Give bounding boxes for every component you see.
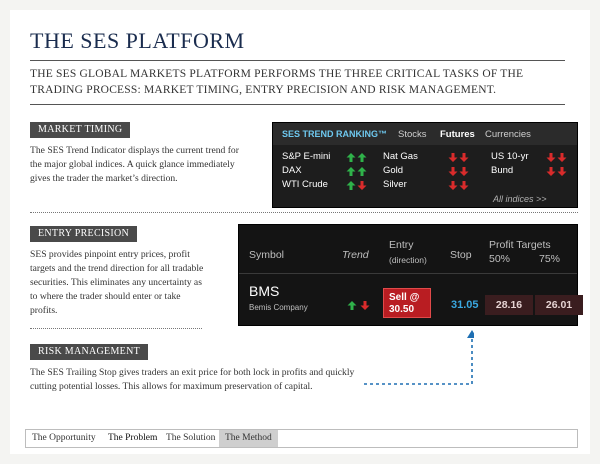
text-line: to where the trader should enter or take xyxy=(30,291,181,302)
entry-widget: Symbol Trend Entry (direction) Stop Prof… xyxy=(238,224,583,326)
text-line: SES provides pinpoint entry prices, prof… xyxy=(30,249,190,260)
stop-header: Stop xyxy=(450,249,472,261)
trend-index-name[interactable]: Bund xyxy=(491,165,513,176)
arrow-down-icon xyxy=(557,167,567,176)
arrow-down-icon xyxy=(557,153,567,162)
target-75-header: 75% xyxy=(539,253,561,265)
text-line: securities. This eliminates any uncertai… xyxy=(30,277,202,288)
arrow-down-icon xyxy=(459,153,469,162)
intro-rule xyxy=(30,104,565,105)
arrow-down-icon xyxy=(459,181,469,190)
entry-precision-tag: ENTRY PRECISION xyxy=(30,226,138,242)
header-divider xyxy=(239,273,577,274)
nav-the-problem[interactable]: The Problem xyxy=(102,430,163,447)
target-75-value: 26.01 xyxy=(535,295,583,315)
symbol-value[interactable]: BMS xyxy=(249,283,279,299)
title-rule xyxy=(30,60,565,61)
trend-index-name[interactable]: Silver xyxy=(383,179,407,190)
sell-entry-box[interactable]: Sell @ 30.50 xyxy=(383,288,431,318)
stop-value: 31.05 xyxy=(451,299,479,311)
arrow-down-icon xyxy=(357,181,367,190)
trend-index-name[interactable]: WTI Crude xyxy=(282,179,328,190)
trend-index-name[interactable]: Gold xyxy=(383,165,403,176)
risk-management-text: The SES Trailing Stop gives traders an e… xyxy=(30,366,354,394)
market-timing-tag: MARKET TIMING xyxy=(30,122,131,138)
platform-page: THE SES PLATFORM THE SES GLOBAL MARKETS … xyxy=(10,10,590,454)
text-line: The SES Trailing Stop gives traders an e… xyxy=(30,367,355,378)
trend-header: Trend xyxy=(342,249,369,261)
target-50-value: 28.16 xyxy=(485,295,533,315)
trend-index-name[interactable]: Nat Gas xyxy=(383,151,418,162)
trend-ranking-widget: SES TREND RANKING™ Stocks Futures Curren… xyxy=(272,122,578,208)
nav-the-opportunity[interactable]: The Opportunity xyxy=(26,430,102,447)
entry-precision-text: SES provides pinpoint entry prices, prof… xyxy=(30,248,203,318)
trend-brand: SES TREND RANKING™ xyxy=(282,129,388,139)
text-line: targets and the trend direction for all … xyxy=(30,263,204,274)
text-line: The SES Trend Indicator displays the cur… xyxy=(30,145,239,156)
text-line: gives the trader the market’s direction. xyxy=(30,173,178,184)
text-line: cutting potential losses. This allows fo… xyxy=(30,381,313,392)
entry-header: Entry xyxy=(389,239,414,251)
trend-index-name[interactable]: DAX xyxy=(282,165,302,176)
arrow-up-icon xyxy=(357,153,367,162)
arrow-down-icon xyxy=(360,301,370,310)
risk-management-tag: RISK MANAGEMENT xyxy=(30,344,148,360)
section-divider xyxy=(30,212,578,213)
text-line: the major global indices. A quick glance… xyxy=(30,159,235,170)
tab-stocks[interactable]: Stocks xyxy=(398,129,427,140)
arrow-up-icon xyxy=(357,167,367,176)
trend-index-name[interactable]: S&P E-mini xyxy=(282,151,330,162)
tab-futures[interactable]: Futures xyxy=(440,129,475,140)
intro-text: THE SES GLOBAL MARKETS PLATFORM PERFORMS… xyxy=(30,68,524,96)
market-timing-text: The SES Trend Indicator displays the cur… xyxy=(30,144,239,186)
nav-the-solution[interactable]: The Solution xyxy=(160,430,221,447)
sell-price: 30.50 xyxy=(389,304,415,315)
all-indices-link[interactable]: All indices >> xyxy=(493,194,547,204)
profit-targets-header: Profit Targets xyxy=(489,239,551,251)
target-50-header: 50% xyxy=(489,253,511,265)
company-name: Bemis Company xyxy=(249,303,308,312)
arrow-down-icon xyxy=(459,167,469,176)
page-title: THE SES PLATFORM xyxy=(30,28,245,53)
entry-sub-header: (direction) xyxy=(389,255,427,265)
arrow-up-icon xyxy=(347,301,357,310)
stop-connector-arrow xyxy=(364,330,474,385)
trend-index-name[interactable]: US 10-yr xyxy=(491,151,528,162)
sell-label: Sell @ xyxy=(389,292,420,303)
nav-the-method[interactable]: The Method xyxy=(219,430,278,447)
tab-currencies[interactable]: Currencies xyxy=(485,129,531,140)
section-divider xyxy=(30,328,202,329)
section-nav: The Opportunity The Problem The Solution… xyxy=(25,429,578,448)
text-line: profits. xyxy=(30,305,58,316)
trend-tabs: SES TREND RANKING™ Stocks Futures Curren… xyxy=(273,123,577,145)
symbol-header: Symbol xyxy=(249,249,285,261)
